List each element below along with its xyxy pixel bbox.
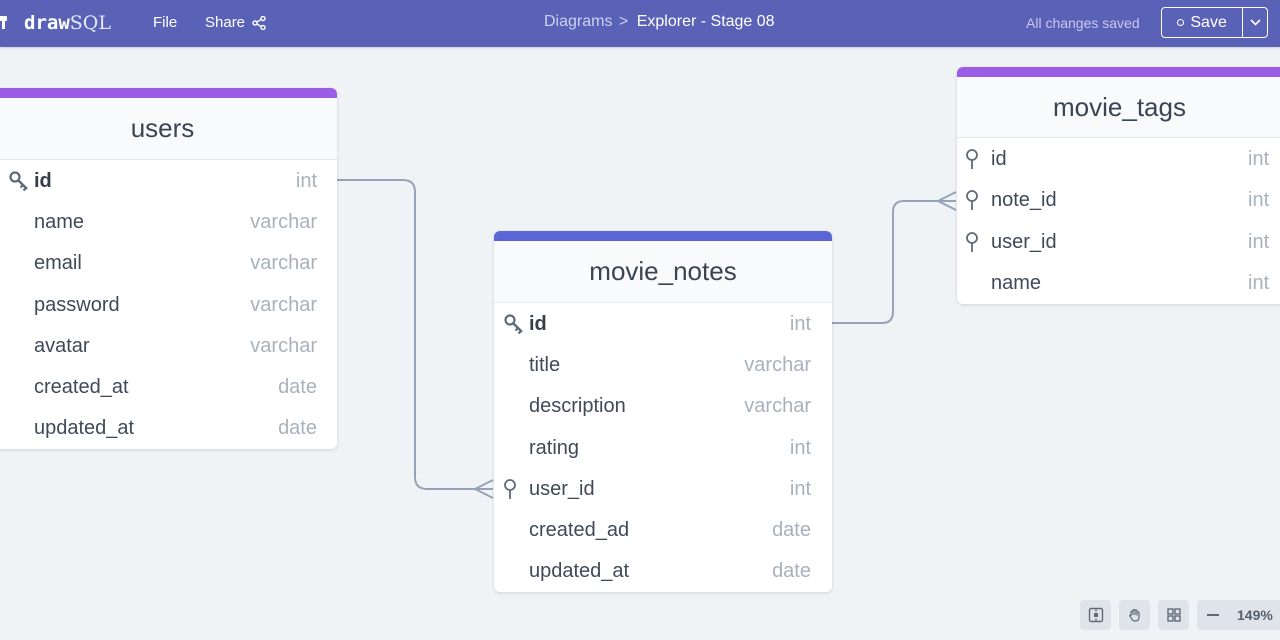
primary-key-icon (504, 314, 523, 335)
column-type: date (772, 519, 811, 541)
table-movie-notes[interactable]: movie_notes id int title varchar descrip… (494, 231, 832, 592)
column-name: updated_at (34, 417, 135, 439)
primary-key-icon (9, 171, 28, 192)
column-name: user_id (529, 478, 595, 500)
column-type: int (1248, 231, 1270, 253)
file-menu[interactable]: File (153, 14, 177, 31)
column-name: name (991, 272, 1042, 294)
breadcrumb-separator: > (618, 13, 629, 30)
column-name: id (34, 170, 52, 192)
pan-hand-icon (1128, 608, 1140, 622)
column-name: id (529, 313, 547, 335)
column-row[interactable]: user_id int (494, 468, 832, 509)
foreign-key-icon (966, 149, 978, 169)
breadcrumb: Diagrams > Explorer - Stage 08 (544, 13, 775, 31)
pan-tool-button[interactable] (1119, 600, 1150, 630)
foreign-key-icon (966, 190, 978, 210)
column-type: date (278, 417, 317, 439)
column-type: varchar (250, 335, 317, 357)
column-row[interactable]: avatar varchar (0, 325, 337, 366)
foreign-key-icon (504, 479, 516, 499)
column-row[interactable]: id int (957, 138, 1280, 179)
fit-view-icon (1088, 607, 1103, 623)
share-label: Share (205, 14, 246, 31)
column-row[interactable]: rating int (494, 427, 832, 468)
logo-light-text: SQL (69, 12, 111, 34)
column-type: date (278, 376, 317, 398)
save-status: All changes saved (1026, 15, 1140, 31)
grid-toggle-button[interactable] (1158, 600, 1189, 630)
column-type: varchar (250, 294, 317, 316)
foreign-key-icon (966, 232, 978, 252)
table-movie-tags[interactable]: movie_tags id int note_id int user_id in… (957, 67, 1280, 304)
top-bar: drawSQL File Share Diagrams > Explorer -… (0, 0, 1280, 47)
save-button-group: Save (1161, 7, 1268, 38)
breadcrumb-diagrams-link[interactable]: Diagrams (544, 13, 612, 30)
column-name: email (34, 252, 82, 274)
column-row[interactable]: id int (0, 160, 337, 201)
column-name: title (529, 354, 561, 376)
fit-view-button[interactable] (1080, 600, 1111, 630)
column-type: int (295, 170, 317, 192)
column-type: int (1248, 272, 1270, 294)
column-type: int (789, 437, 811, 459)
logo-bold-text: draw (24, 12, 70, 34)
column-row[interactable]: password varchar (0, 284, 337, 325)
save-options-dropdown[interactable] (1242, 8, 1267, 37)
column-row[interactable]: title varchar (494, 344, 832, 385)
column-type: varchar (250, 211, 317, 233)
column-name: name (34, 211, 85, 233)
app-logo[interactable]: drawSQL (24, 12, 111, 35)
logo-mark-icon (0, 16, 7, 29)
column-type: int (1248, 148, 1270, 170)
table-title[interactable]: movie_notes (494, 241, 832, 303)
column-row[interactable]: user_id int (957, 221, 1280, 262)
column-name: password (34, 294, 120, 316)
column-row[interactable]: created_at date (0, 366, 337, 407)
column-row[interactable]: created_ad date (494, 509, 832, 550)
column-row[interactable]: name int (957, 262, 1280, 303)
column-type: int (1248, 189, 1270, 211)
table-users[interactable]: users id int name varchar email varchar … (0, 88, 337, 449)
save-status-dot-icon (1177, 19, 1185, 26)
zoom-level[interactable]: 149% (1237, 607, 1273, 623)
column-name: note_id (991, 189, 1057, 211)
diagram-title[interactable]: Explorer - Stage 08 (637, 13, 775, 30)
table-title[interactable]: movie_tags (957, 77, 1280, 138)
column-name: rating (529, 437, 580, 459)
column-row[interactable]: updated_at date (494, 550, 832, 591)
column-type: date (772, 560, 811, 582)
column-name: created_ad (529, 519, 630, 541)
table-accent-bar (0, 88, 337, 98)
column-name: description (529, 395, 626, 417)
column-type: varchar (744, 354, 811, 376)
table-accent-bar (494, 231, 832, 241)
column-name: user_id (991, 231, 1057, 253)
column-row[interactable]: note_id int (957, 179, 1280, 220)
column-row[interactable]: id int (494, 303, 832, 344)
grid-icon (1166, 608, 1181, 622)
zoom-out-button[interactable] (1197, 600, 1229, 630)
column-name: created_at (34, 376, 129, 398)
share-icon (252, 15, 266, 30)
column-type: varchar (744, 395, 811, 417)
column-row[interactable]: updated_at date (0, 407, 337, 448)
chevron-down-icon (1250, 19, 1261, 26)
table-accent-bar (957, 67, 1280, 77)
column-row[interactable]: description varchar (494, 385, 832, 426)
column-row[interactable]: email varchar (0, 242, 337, 283)
column-name: avatar (34, 335, 90, 357)
column-type: varchar (250, 252, 317, 274)
column-row[interactable]: name varchar (0, 201, 337, 242)
share-menu[interactable]: Share (205, 14, 266, 31)
column-name: updated_at (529, 560, 630, 582)
zoom-out-icon (1207, 614, 1219, 616)
save-label: Save (1190, 13, 1227, 31)
column-type: int (789, 478, 811, 500)
column-name: id (991, 148, 1007, 170)
column-type: int (789, 313, 811, 335)
table-title[interactable]: users (0, 98, 337, 160)
save-button[interactable]: Save (1162, 8, 1242, 37)
